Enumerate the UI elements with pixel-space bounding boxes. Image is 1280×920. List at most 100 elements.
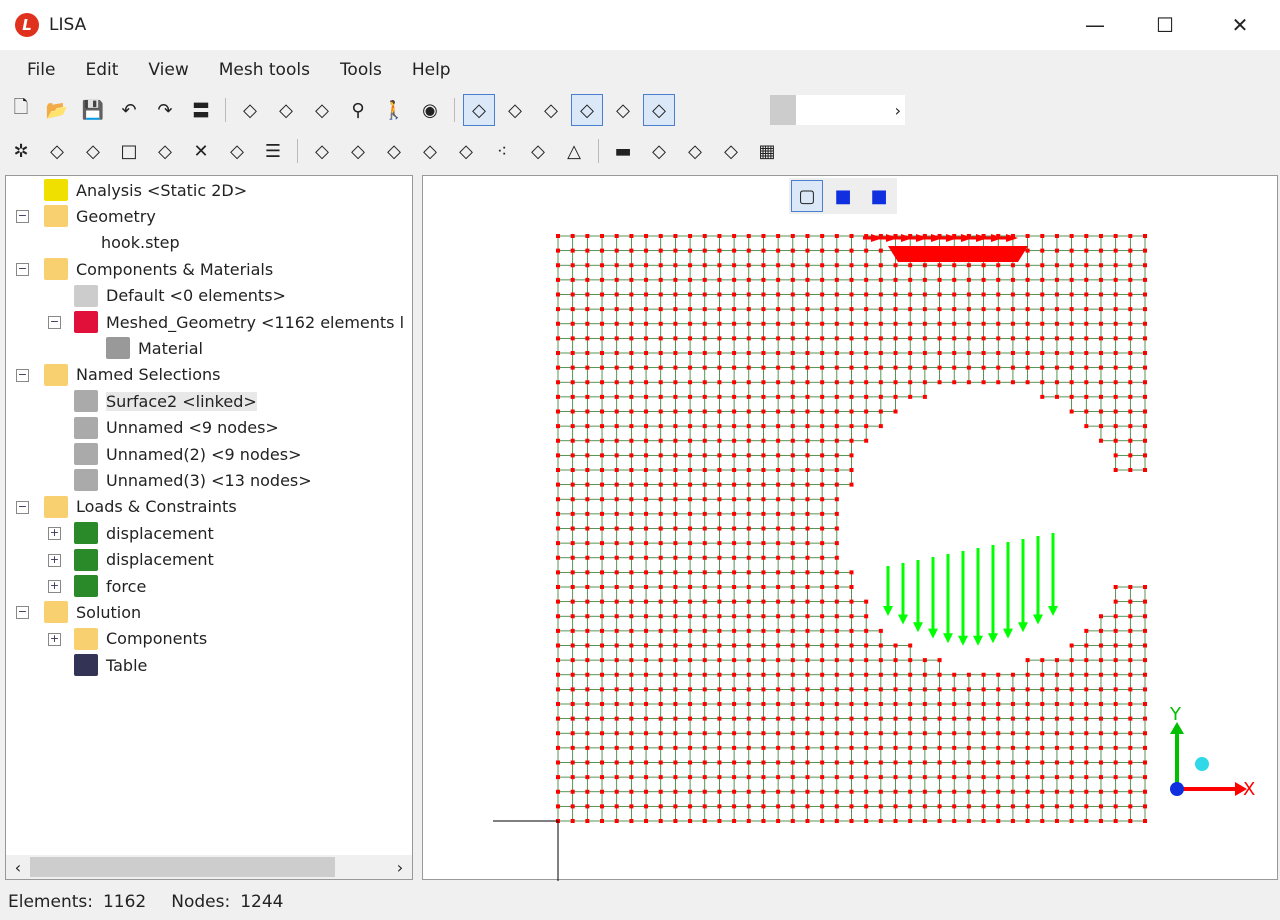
tree-item[interactable]: Surface2 <linked> [74, 388, 257, 414]
open-folder-button[interactable]: 📂 [41, 94, 73, 126]
glasses-button[interactable]: ◇ [463, 94, 495, 126]
menu-mesh-tools[interactable]: Mesh tools [204, 60, 325, 80]
delete-x-button[interactable]: ✕ [185, 135, 217, 167]
refine-button[interactable]: ◇ [522, 135, 554, 167]
expand-toggle[interactable]: + [48, 580, 61, 593]
minimize-button[interactable]: — [1060, 0, 1130, 50]
expand-toggle[interactable]: + [48, 632, 61, 646]
scroll-right-icon[interactable]: › [895, 101, 901, 120]
nodes-button[interactable]: ✲ [5, 135, 37, 167]
wireframe-cube-button[interactable]: ▢ [791, 180, 823, 212]
node-box-button[interactable]: ◇ [41, 135, 73, 167]
menu-help[interactable]: Help [397, 60, 466, 80]
toolbar-scroll-thumb[interactable] [770, 95, 796, 125]
tree-item[interactable]: Material [106, 335, 203, 361]
walk-button[interactable]: 🚶 [378, 94, 410, 126]
menu-edit[interactable]: Edit [70, 60, 133, 80]
wire-box-button[interactable]: ◇ [643, 94, 675, 126]
expand-toggle[interactable]: + [48, 553, 61, 567]
tree-item[interactable]: Named Selections [44, 362, 221, 388]
undo-button[interactable]: ↶ [113, 94, 145, 126]
save-button[interactable]: 💾 [77, 94, 109, 126]
zoom-button[interactable]: ⚲ [342, 94, 374, 126]
scroll-left-icon[interactable]: ‹ [6, 858, 30, 877]
tree-item[interactable]: Components & Materials [44, 256, 273, 282]
mesh-node [834, 365, 839, 370]
split-button[interactable]: ◇ [450, 135, 482, 167]
expand-toggle[interactable]: − [16, 500, 29, 514]
tree-item[interactable]: displacement [74, 547, 214, 573]
tree-item[interactable]: Analysis <Static 2D> [44, 177, 247, 203]
mesh-node [629, 394, 634, 399]
tree-item[interactable]: Unnamed(2) <9 nodes> [74, 441, 301, 467]
maximize-button[interactable]: ☐ [1130, 0, 1200, 50]
xyz-node-button[interactable]: ◇ [221, 135, 253, 167]
tree-item[interactable]: Unnamed <9 nodes> [74, 415, 279, 441]
rotate-button[interactable]: ◇ [414, 135, 446, 167]
mesh-node [1143, 438, 1147, 443]
triangle-plus-button[interactable]: ◇ [342, 135, 374, 167]
shell-curved-button[interactable]: ◇ [643, 135, 675, 167]
shell-bowl-button[interactable]: ◇ [679, 135, 711, 167]
number-7-button[interactable]: ◇ [499, 94, 531, 126]
tree-item[interactable]: Geometry [44, 203, 156, 229]
menu-tools[interactable]: Tools [325, 60, 397, 80]
extrude-button[interactable]: ◇ [378, 135, 410, 167]
shaded-cube-button[interactable]: ■ [827, 180, 859, 212]
wireframe-box-button[interactable]: ◇ [234, 94, 266, 126]
colored-shape-button[interactable]: ◇ [535, 94, 567, 126]
redo-button[interactable]: ↷ [149, 94, 181, 126]
model-viewport[interactable]: ▢ ■ ■ X Y [422, 175, 1279, 881]
toolbar-scroller[interactable]: ‹ › [770, 95, 905, 125]
mesh-box-button[interactable]: ◇ [149, 135, 181, 167]
menu-view[interactable]: View [133, 60, 203, 80]
close-button[interactable]: ✕ [1205, 0, 1275, 50]
solid-cube-button[interactable]: ■ [863, 180, 895, 212]
tree-item[interactable]: force [74, 573, 146, 599]
menu-file[interactable]: File [12, 60, 70, 80]
expand-toggle[interactable]: + [48, 527, 61, 541]
tree-item[interactable]: Unnamed(3) <13 nodes> [74, 467, 312, 493]
mesh-canvas[interactable] [423, 176, 1279, 881]
tree-item[interactable]: Components [74, 626, 207, 652]
film-button[interactable]: ▦ [751, 135, 783, 167]
tree-horizontal-scrollbar[interactable]: ‹ › [6, 855, 412, 879]
expand-toggle[interactable]: − [16, 210, 29, 224]
expand-toggle[interactable]: − [16, 606, 29, 620]
dots-button[interactable]: ⁖ [486, 135, 518, 167]
tree-item[interactable]: displacement [74, 520, 214, 546]
menu-bar: File Edit View Mesh tools Tools Help [12, 52, 466, 88]
mesh-node [629, 438, 634, 443]
scroll-thumb[interactable] [30, 857, 335, 877]
mesh-node [878, 321, 883, 326]
tree-item[interactable]: Default <0 elements> [74, 283, 286, 309]
expand-toggle[interactable]: − [48, 316, 61, 329]
mesh-node [746, 731, 751, 736]
solid-box-button[interactable]: ◇ [607, 94, 639, 126]
expand-toggle[interactable]: − [16, 263, 29, 277]
triangle-node-button[interactable]: ◇ [306, 135, 338, 167]
mesh-node [644, 336, 649, 341]
beam-button[interactable]: ▬ [607, 135, 639, 167]
triangle-mesh-button[interactable]: △ [558, 135, 590, 167]
mesh-node [614, 555, 619, 560]
tree-item[interactable]: hook.step [101, 230, 180, 256]
mesh-node [981, 292, 986, 297]
tree-item[interactable]: Table [74, 652, 147, 678]
expand-toggle[interactable]: − [16, 368, 29, 382]
red-box-button[interactable]: ◇ [270, 94, 302, 126]
equals-button[interactable]: 〓 [185, 94, 217, 126]
align-button[interactable]: ◇ [715, 135, 747, 167]
mesh-node [849, 424, 854, 429]
tree-item[interactable]: Loads & Constraints [44, 494, 237, 520]
tree-item[interactable]: Solution [44, 599, 141, 625]
rectangle-button[interactable]: □ [113, 135, 145, 167]
tree-item[interactable]: Meshed_Geometry <1162 elements l [74, 309, 404, 335]
list-button[interactable]: ☰ [257, 135, 289, 167]
new-file-button[interactable]: 🗋 [5, 94, 37, 126]
shaded-plate-button[interactable]: ◇ [571, 94, 603, 126]
scroll-right-icon[interactable]: › [388, 858, 412, 877]
tape-measure-button[interactable]: ◉ [414, 94, 446, 126]
zoom-fit-button[interactable]: ◇ [306, 94, 338, 126]
polyline-button[interactable]: ◇ [77, 135, 109, 167]
